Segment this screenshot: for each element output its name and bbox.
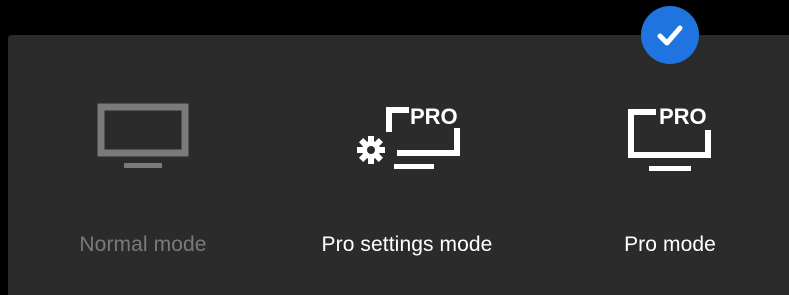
pro-settings-mode-label: Pro settings mode [321,233,493,256]
checkmark-icon [657,25,683,46]
pro-mode-label: Pro mode [624,233,716,256]
selected-checkmark-badge [641,6,699,64]
pro-mode-option[interactable]: PRO Pro mode [539,35,789,295]
pro-badge-text: PRO [659,104,707,129]
normal-mode-option[interactable]: Normal mode [12,35,274,295]
pro-settings-mode-option[interactable]: PRO Pro settings mode [276,35,538,295]
normal-mode-label: Normal mode [79,233,207,256]
monitor-icon [12,100,274,180]
pro-badge-text: PRO [410,104,458,129]
monitor-pro-icon: PRO [539,100,789,180]
monitor-pro-settings-icon: PRO [276,100,538,180]
